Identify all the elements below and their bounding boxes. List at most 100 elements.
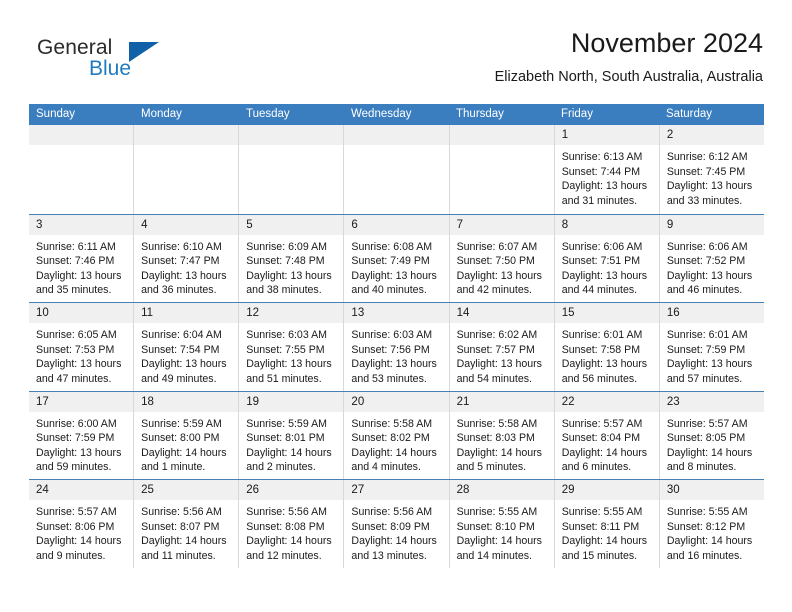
day-detail-line: and 9 minutes. bbox=[36, 549, 106, 562]
day-details: Sunrise: 5:58 AM Sunset: 8:03 PM Daylight:… bbox=[450, 412, 554, 475]
day-cell[interactable]: 9 Sunrise: 6:06 AM Sunset: 7:52 PM Daylight… bbox=[658, 214, 764, 302]
day-details: Sunrise: 6:04 AM Sunset: 7:54 PM Daylight:… bbox=[134, 323, 238, 386]
day-number-band: 23 bbox=[659, 391, 764, 412]
day-cell[interactable]: 24 Sunrise: 5:57 AM Sunset: 8:06 PM Dayligh… bbox=[29, 480, 134, 568]
day-cell[interactable]: 26 Sunrise: 5:56 AM Sunset: 8:08 PM Dayligh… bbox=[238, 480, 344, 568]
day-number-band: 12 bbox=[239, 303, 344, 323]
day-cell[interactable]: 3 Sunrise: 6:11 AM Sunset: 7:46 PM Daylight… bbox=[29, 214, 134, 303]
day-detail-line: Sunrise: 6:08 AM bbox=[351, 240, 433, 253]
day-details: Sunrise: 5:59 AM Sunset: 8:01 PM Daylight:… bbox=[239, 412, 343, 475]
day-number-band: 7 bbox=[449, 214, 554, 235]
day-detail-line: and 14 minutes. bbox=[456, 549, 532, 562]
day-number: 19 bbox=[246, 395, 260, 408]
day-cell[interactable]: 1 Sunrise: 6:13 AM Sunset: 7:44 PM Daylight… bbox=[553, 125, 659, 214]
day-detail-line: Sunset: 7:45 PM bbox=[666, 165, 746, 178]
day-detail-line: Sunrise: 6:01 AM bbox=[666, 329, 748, 341]
day-number: 17 bbox=[36, 395, 49, 408]
day-detail-line: and 2 minutes. bbox=[246, 461, 316, 474]
day-number-band: 11 bbox=[134, 303, 239, 323]
logo-word-blue: Blue bbox=[89, 57, 132, 80]
day-detail-line: Sunset: 7:44 PM bbox=[561, 165, 641, 178]
day-detail-line: and 56 minutes. bbox=[561, 372, 638, 385]
day-detail-line: Daylight: 13 hours bbox=[141, 269, 227, 282]
day-cell[interactable]: 15 Sunrise: 6:01 AM Sunset: 7:58 PM Dayligh… bbox=[553, 303, 659, 391]
day-cell[interactable]: 28 Sunrise: 5:55 AM Sunset: 8:10 PM Dayligh… bbox=[448, 480, 554, 568]
day-cell[interactable]: 23 Sunrise: 5:57 AM Sunset: 8:05 PM Dayligh… bbox=[658, 391, 764, 479]
day-detail-line: Sunrise: 6:02 AM bbox=[456, 329, 538, 341]
day-cell[interactable]: 8 Sunrise: 6:06 AM Sunset: 7:51 PM Daylight… bbox=[553, 214, 659, 302]
day-cell[interactable]: 18 Sunrise: 5:59 AM Sunset: 8:00 PM Dayligh… bbox=[133, 391, 239, 479]
day-details bbox=[344, 145, 448, 150]
day-cell-empty bbox=[29, 125, 134, 214]
day-cell[interactable]: 6 Sunrise: 6:08 AM Sunset: 7:49 PM Daylight… bbox=[343, 214, 449, 302]
day-detail-line: Sunset: 7:54 PM bbox=[141, 343, 220, 356]
day-detail-line: Sunset: 7:50 PM bbox=[456, 255, 535, 268]
day-detail-line: Daylight: 13 hours bbox=[561, 358, 648, 371]
day-cell[interactable]: 25 Sunrise: 5:56 AM Sunset: 8:07 PM Dayligh… bbox=[133, 480, 239, 568]
day-number-band: 21 bbox=[449, 391, 554, 412]
day-cell[interactable]: 11 Sunrise: 6:04 AM Sunset: 7:54 PM Dayligh… bbox=[133, 303, 239, 391]
day-number-band: 10 bbox=[29, 303, 134, 323]
day-detail-line: Daylight: 14 hours bbox=[246, 446, 332, 459]
day-cell[interactable]: 17 Sunrise: 6:00 AM Sunset: 7:59 PM Dayligh… bbox=[29, 391, 134, 480]
page-title: November 2024 bbox=[570, 28, 763, 58]
day-cell[interactable]: 30 Sunrise: 5:55 AM Sunset: 8:12 PM Dayligh… bbox=[658, 480, 764, 568]
day-detail-line: Daylight: 13 hours bbox=[561, 180, 648, 193]
day-detail-line: Sunrise: 5:55 AM bbox=[456, 506, 538, 518]
day-details bbox=[239, 145, 343, 150]
day-detail-line: Sunset: 7:49 PM bbox=[351, 255, 430, 268]
calendar-week-row: 3 Sunrise: 6:11 AM Sunset: 7:46 PM Daylight… bbox=[29, 213, 764, 303]
general-blue-logo[interactable]: General Blue bbox=[29, 26, 259, 90]
day-detail-line: and 53 minutes. bbox=[351, 372, 427, 385]
weekday-header-tuesday: Tuesday bbox=[246, 108, 290, 120]
day-detail-line: Sunset: 8:03 PM bbox=[456, 432, 535, 445]
day-detail-line: Daylight: 13 hours bbox=[36, 269, 122, 282]
day-cell[interactable]: 5 Sunrise: 6:09 AM Sunset: 7:48 PM Daylight… bbox=[238, 214, 344, 302]
day-details: Sunrise: 5:57 AM Sunset: 8:05 PM Daylight:… bbox=[660, 412, 764, 475]
day-number: 12 bbox=[246, 307, 260, 319]
calendar-grid: Sunday Monday Tuesday Wednesday Thursday Frid… bbox=[29, 104, 764, 568]
day-number: 5 bbox=[246, 218, 253, 231]
day-cell[interactable]: 20 Sunrise: 5:58 AM Sunset: 8:02 PM Dayligh… bbox=[343, 391, 449, 479]
day-number-band: 29 bbox=[554, 480, 659, 500]
day-cell[interactable]: 29 Sunrise: 5:55 AM Sunset: 8:11 PM Dayligh… bbox=[553, 480, 659, 568]
day-detail-line: and 54 minutes. bbox=[456, 372, 532, 385]
day-cell[interactable]: 14 Sunrise: 6:02 AM Sunset: 7:57 PM Dayligh… bbox=[448, 303, 554, 391]
day-number: 6 bbox=[351, 218, 358, 231]
day-number: 24 bbox=[36, 484, 49, 496]
day-cell[interactable]: 12 Sunrise: 6:03 AM Sunset: 7:55 PM Dayligh… bbox=[238, 303, 344, 391]
day-details: Sunrise: 5:55 AM Sunset: 8:11 PM Daylight:… bbox=[555, 500, 659, 563]
day-number-band: 18 bbox=[134, 391, 239, 412]
day-cell[interactable]: 27 Sunrise: 5:56 AM Sunset: 8:09 PM Dayligh… bbox=[343, 480, 449, 568]
day-cell[interactable]: 22 Sunrise: 5:57 AM Sunset: 8:04 PM Dayligh… bbox=[553, 391, 659, 479]
day-cell[interactable]: 19 Sunrise: 5:59 AM Sunset: 8:01 PM Dayligh… bbox=[238, 391, 344, 479]
day-cell[interactable]: 10 Sunrise: 6:05 AM Sunset: 7:53 PM Dayligh… bbox=[29, 303, 134, 391]
day-cell[interactable]: 13 Sunrise: 6:03 AM Sunset: 7:56 PM Dayligh… bbox=[343, 303, 449, 391]
day-details: Sunrise: 6:01 AM Sunset: 7:58 PM Daylight:… bbox=[555, 323, 659, 386]
day-detail-line: Sunrise: 6:11 AM bbox=[36, 240, 116, 253]
day-details: Sunrise: 6:05 AM Sunset: 7:53 PM Daylight:… bbox=[29, 323, 133, 386]
day-detail-line: Sunrise: 5:57 AM bbox=[561, 417, 643, 430]
day-number-band bbox=[29, 125, 134, 145]
day-details: Sunrise: 6:06 AM Sunset: 7:52 PM Daylight:… bbox=[660, 235, 764, 298]
day-detail-line: Sunset: 7:55 PM bbox=[246, 343, 325, 356]
day-number-band: 28 bbox=[449, 480, 554, 500]
day-cell[interactable]: 4 Sunrise: 6:10 AM Sunset: 7:47 PM Daylight… bbox=[133, 214, 239, 302]
weekday-header-thursday: Thursday bbox=[456, 108, 504, 120]
day-cell[interactable]: 7 Sunrise: 6:07 AM Sunset: 7:50 PM Daylight… bbox=[448, 214, 554, 302]
day-detail-line: Daylight: 13 hours bbox=[351, 358, 437, 371]
calendar-page: General Blue November 2024 Elizabeth Nor… bbox=[0, 0, 792, 612]
day-cell-empty bbox=[238, 125, 344, 214]
day-detail-line: and 38 minutes. bbox=[246, 284, 322, 297]
day-detail-line: Sunset: 8:06 PM bbox=[36, 520, 115, 533]
day-cell[interactable]: 16 Sunrise: 6:01 AM Sunset: 7:59 PM Dayligh… bbox=[658, 303, 764, 391]
day-number-band: 4 bbox=[134, 214, 239, 235]
day-detail-line: and 36 minutes. bbox=[141, 284, 217, 297]
day-cell[interactable]: 21 Sunrise: 5:58 AM Sunset: 8:03 PM Dayligh… bbox=[448, 391, 554, 479]
day-cell[interactable]: 2 Sunrise: 6:12 AM Sunset: 7:45 PM Daylight… bbox=[658, 125, 764, 214]
day-detail-line: Sunset: 8:00 PM bbox=[141, 432, 220, 445]
day-detail-line: Sunset: 7:59 PM bbox=[666, 343, 746, 356]
day-detail-line: Sunset: 8:08 PM bbox=[246, 520, 325, 533]
day-detail-line: Sunrise: 6:10 AM bbox=[141, 240, 222, 253]
day-detail-line: Sunrise: 6:04 AM bbox=[141, 329, 222, 341]
